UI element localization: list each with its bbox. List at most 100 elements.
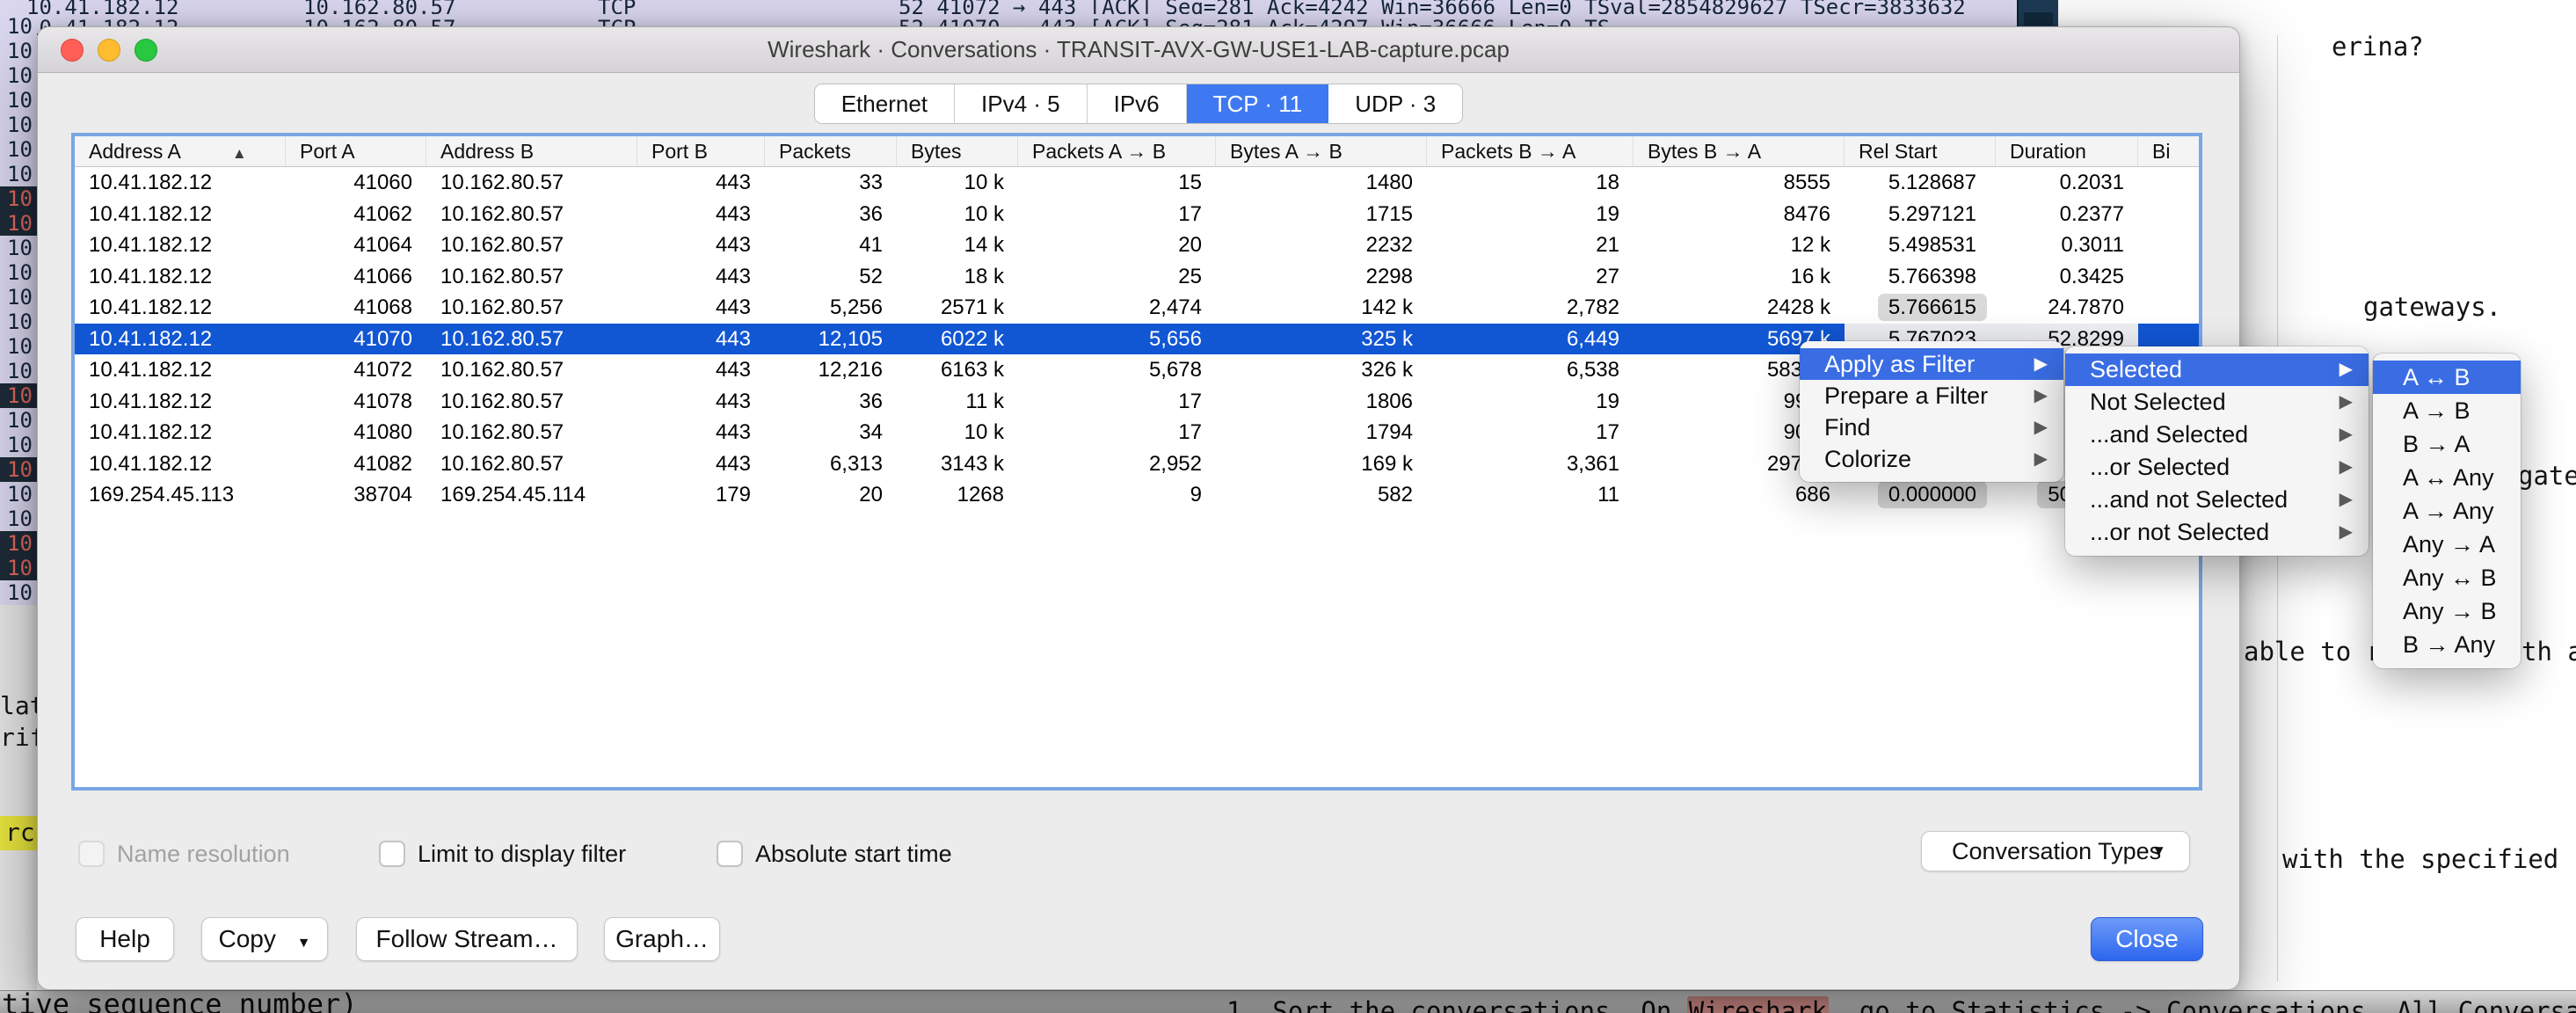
cell: 5,678: [1018, 354, 1216, 386]
cell: 2,782: [1427, 292, 1634, 324]
graph-button[interactable]: Graph…: [604, 917, 720, 961]
menu-item-a-b[interactable]: A → B: [2373, 394, 2521, 427]
checkbox-box[interactable]: [78, 841, 105, 867]
packet-list-gutter-row: 10: [0, 260, 37, 285]
menu-item-not-selected[interactable]: Not Selected▶: [2065, 386, 2369, 419]
menu-item-label: ...and Selected: [2090, 421, 2248, 448]
menu-item-colorize[interactable]: Colorize▶: [1800, 443, 2063, 475]
scrollbar-thumb[interactable]: [2017, 0, 2058, 29]
packet-list-row[interactable]: 10.41.182.1210.162.80.57TCP52 41072 → 44…: [0, 0, 2017, 14]
cell: 10.162.80.57: [426, 417, 637, 448]
cell: 10.162.80.57: [426, 167, 637, 199]
packet-protocol: TCP: [598, 0, 636, 14]
column-header-address-a[interactable]: Address A▲: [75, 136, 286, 166]
background-text-fragment: with the specified host, po: [2282, 844, 2576, 874]
cell: 5,656: [1018, 324, 1216, 355]
cell: 169.254.45.113: [75, 479, 286, 511]
column-header-bi[interactable]: Bi: [2138, 136, 2187, 166]
follow-stream-button[interactable]: Follow Stream…: [356, 917, 578, 961]
packet-list-gutter-row: 10: [0, 137, 37, 162]
menu-item--or-not-selected[interactable]: ...or not Selected▶: [2065, 516, 2369, 549]
cell: 10.41.182.12: [75, 354, 286, 386]
table-row[interactable]: 169.254.45.11338704169.254.45.1141792012…: [75, 479, 2199, 511]
menu-item-apply-as-filter[interactable]: Apply as Filter▶: [1800, 348, 2063, 380]
checkbox-box[interactable]: [379, 841, 405, 867]
tab-ipv6[interactable]: IPv6: [1088, 84, 1187, 123]
checkbox-limit-to-display-filter[interactable]: Limit to display filter: [379, 834, 626, 873]
table-row[interactable]: 10.41.182.124106610.162.80.574435218 k25…: [75, 261, 2199, 293]
cell: 443: [637, 167, 765, 199]
menu-item-a-any[interactable]: A ↔ Any: [2373, 461, 2521, 494]
cell: 582: [1216, 479, 1427, 511]
column-header-bytes-b-a[interactable]: Bytes B → A: [1634, 136, 1845, 166]
cell: 41062: [286, 199, 426, 230]
close-button[interactable]: Close: [2091, 917, 2203, 961]
menu-item--and-not-selected[interactable]: ...and not Selected▶: [2065, 484, 2369, 516]
cell: 25: [1018, 261, 1216, 293]
background-text-fragment: rifi: [0, 723, 37, 752]
minimize-window-icon[interactable]: [98, 39, 120, 62]
cell: 326 k: [1216, 354, 1427, 386]
checkbox-name-resolution[interactable]: Name resolution: [78, 834, 290, 873]
menu-item-label: B → A: [2403, 431, 2470, 457]
background-text-fragment: lati: [0, 691, 37, 720]
packet-list-gutter-row: 10: [0, 531, 37, 556]
cell: 41064: [286, 230, 426, 261]
cell: 11: [1427, 479, 1634, 511]
packet-list-gutter-row: 10: [0, 88, 37, 113]
cell: 10.162.80.57: [426, 230, 637, 261]
column-header-port-a[interactable]: Port A: [286, 136, 426, 166]
tab-ipv4[interactable]: IPv4 · 5: [955, 84, 1088, 123]
packet-list-gutter-row: 10: [0, 556, 37, 580]
menu-item-b-a[interactable]: B → A: [2373, 427, 2521, 461]
menu-item-selected[interactable]: Selected▶: [2065, 353, 2369, 386]
help-button[interactable]: Help: [76, 917, 174, 961]
tab-udp[interactable]: UDP · 3: [1328, 84, 1462, 123]
checkbox-absolute-start-time[interactable]: Absolute start time: [717, 834, 952, 873]
tab-ethernet[interactable]: Ethernet: [815, 84, 955, 123]
menu-item-b-any[interactable]: B → Any: [2373, 628, 2521, 661]
menu-item--and-selected[interactable]: ...and Selected▶: [2065, 419, 2369, 451]
menu-item-prepare-a-filter[interactable]: Prepare a Filter▶: [1800, 380, 2063, 412]
menu-item-any-b[interactable]: Any ↔ B: [2373, 561, 2521, 594]
doc-text: , go to Statistics -> Conversations. All…: [1829, 996, 2576, 1013]
menu-item-find[interactable]: Find▶: [1800, 412, 2063, 443]
dialog-titlebar[interactable]: Wireshark · Conversations · TRANSIT-AVX-…: [38, 27, 2239, 73]
cell: 3,361: [1427, 448, 1634, 480]
cell: 0.000000: [1845, 479, 1996, 511]
column-header-rel-start[interactable]: Rel Start: [1845, 136, 1996, 166]
cell: 41066: [286, 261, 426, 293]
column-header-duration[interactable]: Duration: [1996, 136, 2138, 166]
copy-button[interactable]: Copy ▼: [201, 917, 328, 961]
column-header-address-b[interactable]: Address B: [426, 136, 637, 166]
cell: [2138, 167, 2187, 199]
zoom-window-icon[interactable]: [135, 39, 157, 62]
table-row[interactable]: 10.41.182.124106410.162.80.574434114 k20…: [75, 230, 2199, 261]
direction-submenu: A ↔ BA → BB → AA ↔ AnyA → AnyAny → AAny …: [2373, 353, 2521, 668]
menu-item--or-selected[interactable]: ...or Selected▶: [2065, 451, 2369, 484]
column-header-packets-a-b[interactable]: Packets A → B: [1018, 136, 1216, 166]
menu-item-a-any[interactable]: A → Any: [2373, 494, 2521, 528]
tab-tcp[interactable]: TCP · 11: [1187, 84, 1329, 123]
close-window-icon[interactable]: [61, 39, 84, 62]
column-header-port-b[interactable]: Port B: [637, 136, 765, 166]
table-row[interactable]: 10.41.182.124106810.162.80.574435,256257…: [75, 292, 2199, 324]
table-row[interactable]: 10.41.182.124106010.162.80.574433310 k15…: [75, 167, 2199, 199]
cell: 20: [1018, 230, 1216, 261]
menu-item-a-b[interactable]: A ↔ B: [2373, 361, 2521, 394]
conversation-types-dropdown[interactable]: Conversation Types ▼: [1921, 831, 2190, 871]
column-header-bytes[interactable]: Bytes: [897, 136, 1018, 166]
cell: 6022 k: [897, 324, 1018, 355]
cell: 18 k: [897, 261, 1018, 293]
column-header-bytes-a-b[interactable]: Bytes A → B: [1216, 136, 1427, 166]
cell: 36: [765, 199, 897, 230]
menu-item-any-b[interactable]: Any → B: [2373, 594, 2521, 628]
packet-list-gutter-row: 10: [0, 408, 37, 433]
table-row[interactable]: 10.41.182.124106210.162.80.574433610 k17…: [75, 199, 2199, 230]
submenu-arrow-icon: ▶: [2034, 348, 2048, 380]
table-header-row: Address A▲Port AAddress BPort BPacketsBy…: [75, 136, 2199, 167]
checkbox-box[interactable]: [717, 841, 743, 867]
column-header-packets-b-a[interactable]: Packets B → A: [1427, 136, 1634, 166]
column-header-packets[interactable]: Packets: [765, 136, 897, 166]
menu-item-any-a[interactable]: Any → A: [2373, 528, 2521, 561]
